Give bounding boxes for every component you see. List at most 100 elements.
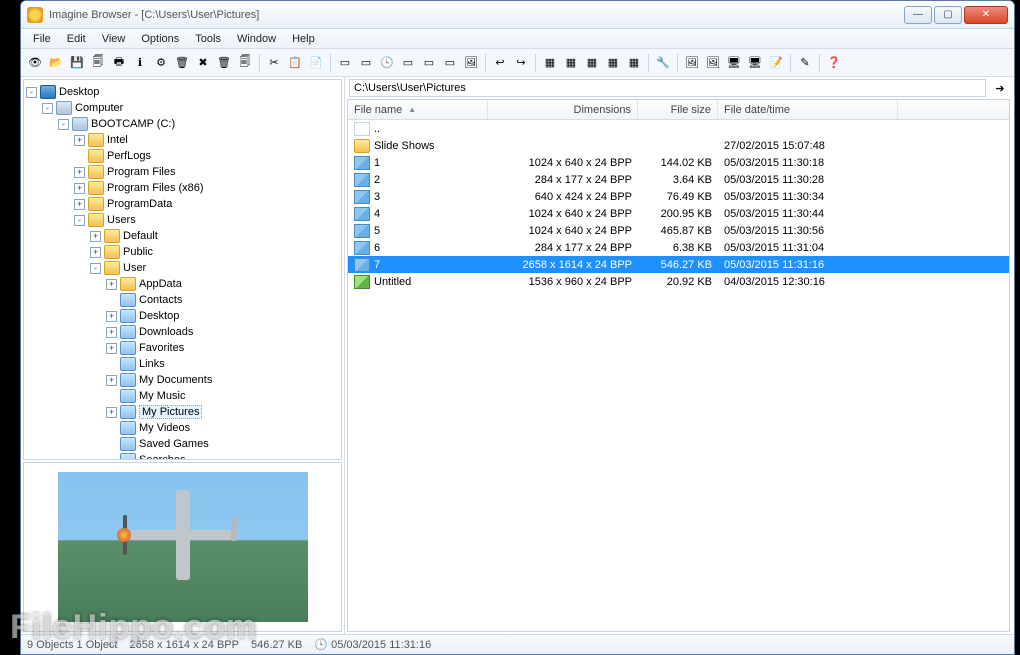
- toolbar-button[interactable]: ▦: [582, 53, 602, 73]
- tree-item[interactable]: +AppData: [26, 276, 339, 292]
- expand-icon[interactable]: +: [74, 199, 85, 210]
- collapse-icon[interactable]: -: [26, 87, 37, 98]
- tree-item[interactable]: +ProgramData: [26, 196, 339, 212]
- expand-icon[interactable]: +: [106, 407, 117, 418]
- toolbar-button[interactable]: 🔧: [653, 53, 673, 73]
- toolbar-button[interactable]: 🗑: [172, 53, 192, 73]
- tree-item[interactable]: Saved Games: [26, 436, 339, 452]
- file-row[interactable]: ..: [348, 120, 1009, 137]
- toolbar-button[interactable]: 🗐: [235, 53, 255, 73]
- toolbar-button[interactable]: 🖥: [724, 53, 744, 73]
- collapse-icon[interactable]: -: [58, 119, 69, 130]
- tree-item[interactable]: PerfLogs: [26, 148, 339, 164]
- col-filedate[interactable]: File date/time: [718, 100, 898, 119]
- toolbar-button[interactable]: ▦: [561, 53, 581, 73]
- toolbar-button[interactable]: 💾: [67, 53, 87, 73]
- collapse-icon[interactable]: -: [42, 103, 53, 114]
- file-row[interactable]: 11024 x 640 x 24 BPP144.02 KB05/03/2015 …: [348, 154, 1009, 171]
- menu-view[interactable]: View: [94, 31, 134, 47]
- menu-window[interactable]: Window: [229, 31, 284, 47]
- menu-file[interactable]: File: [25, 31, 59, 47]
- expand-icon[interactable]: +: [74, 183, 85, 194]
- menu-options[interactable]: Options: [133, 31, 187, 47]
- expand-icon[interactable]: +: [106, 375, 117, 386]
- tree-item[interactable]: +Program Files: [26, 164, 339, 180]
- expand-icon[interactable]: +: [90, 231, 101, 242]
- address-input[interactable]: [349, 79, 986, 97]
- toolbar-button[interactable]: 📄: [306, 53, 326, 73]
- tree-item[interactable]: -Computer: [26, 100, 339, 116]
- toolbar-button[interactable]: ✎: [795, 53, 815, 73]
- toolbar-button[interactable]: ℹ: [130, 53, 150, 73]
- toolbar-button[interactable]: 🕓: [377, 53, 397, 73]
- tree-item[interactable]: +Desktop: [26, 308, 339, 324]
- toolbar-button[interactable]: 🖼: [703, 53, 723, 73]
- toolbar-button[interactable]: ▭: [440, 53, 460, 73]
- titlebar[interactable]: Imagine Browser - [C:\Users\User\Picture…: [21, 1, 1014, 29]
- file-row[interactable]: 2284 x 177 x 24 BPP3.64 KB05/03/2015 11:…: [348, 171, 1009, 188]
- minimize-button[interactable]: —: [904, 6, 932, 24]
- toolbar-button[interactable]: ▭: [356, 53, 376, 73]
- file-row[interactable]: 41024 x 640 x 24 BPP200.95 KB05/03/2015 …: [348, 205, 1009, 222]
- collapse-icon[interactable]: -: [90, 263, 101, 274]
- file-row[interactable]: 3640 x 424 x 24 BPP76.49 KB05/03/2015 11…: [348, 188, 1009, 205]
- tree-item[interactable]: Contacts: [26, 292, 339, 308]
- expand-icon[interactable]: +: [74, 167, 85, 178]
- file-row[interactable]: 72658 x 1614 x 24 BPP546.27 KB05/03/2015…: [348, 256, 1009, 273]
- tree-item[interactable]: +Downloads: [26, 324, 339, 340]
- folder-tree[interactable]: -Desktop-Computer-BOOTCAMP (C:)+IntelPer…: [23, 79, 342, 460]
- toolbar-button[interactable]: 🗑: [214, 53, 234, 73]
- tree-item[interactable]: +Intel: [26, 132, 339, 148]
- toolbar-button[interactable]: 🖼: [682, 53, 702, 73]
- tree-item[interactable]: My Music: [26, 388, 339, 404]
- close-button[interactable]: ✕: [964, 6, 1008, 24]
- toolbar-button[interactable]: 🖼: [461, 53, 481, 73]
- col-filename[interactable]: File name▲: [348, 100, 488, 119]
- expand-icon[interactable]: +: [90, 247, 101, 258]
- tree-item[interactable]: Searches: [26, 452, 339, 460]
- tree-item[interactable]: -Desktop: [26, 84, 339, 100]
- toolbar-button[interactable]: ✖: [193, 53, 213, 73]
- toolbar-button[interactable]: ▦: [624, 53, 644, 73]
- toolbar-button[interactable]: ↩: [490, 53, 510, 73]
- tree-item[interactable]: +My Pictures: [26, 404, 339, 420]
- expand-icon[interactable]: +: [106, 343, 117, 354]
- toolbar-button[interactable]: 📋: [285, 53, 305, 73]
- collapse-icon[interactable]: -: [74, 215, 85, 226]
- file-row[interactable]: Untitled1536 x 960 x 24 BPP20.92 KB04/03…: [348, 273, 1009, 290]
- file-row[interactable]: 51024 x 640 x 24 BPP465.87 KB05/03/2015 …: [348, 222, 1009, 239]
- menu-help[interactable]: Help: [284, 31, 323, 47]
- toolbar-button[interactable]: 🖥: [745, 53, 765, 73]
- toolbar-button[interactable]: ▭: [335, 53, 355, 73]
- tree-item[interactable]: +Public: [26, 244, 339, 260]
- tree-item[interactable]: -User: [26, 260, 339, 276]
- expand-icon[interactable]: +: [106, 311, 117, 322]
- toolbar-button[interactable]: 🖶: [109, 53, 129, 73]
- toolbar-button[interactable]: ▦: [603, 53, 623, 73]
- toolbar-button[interactable]: ▭: [398, 53, 418, 73]
- toolbar-button[interactable]: 📂: [46, 53, 66, 73]
- col-filesize[interactable]: File size: [638, 100, 718, 119]
- tree-item[interactable]: -Users: [26, 212, 339, 228]
- tree-item[interactable]: +My Documents: [26, 372, 339, 388]
- tree-item[interactable]: -BOOTCAMP (C:): [26, 116, 339, 132]
- col-dimensions[interactable]: Dimensions: [488, 100, 638, 119]
- menu-tools[interactable]: Tools: [187, 31, 229, 47]
- go-button[interactable]: ➜: [990, 78, 1010, 98]
- tree-item[interactable]: Links: [26, 356, 339, 372]
- tree-item[interactable]: +Default: [26, 228, 339, 244]
- toolbar-button[interactable]: 👁: [25, 53, 45, 73]
- toolbar-button[interactable]: 📝: [766, 53, 786, 73]
- toolbar-button[interactable]: ⚙: [151, 53, 171, 73]
- toolbar-button[interactable]: ✂: [264, 53, 284, 73]
- menu-edit[interactable]: Edit: [59, 31, 94, 47]
- expand-icon[interactable]: +: [106, 327, 117, 338]
- toolbar-button[interactable]: ↪: [511, 53, 531, 73]
- toolbar-button[interactable]: ▭: [419, 53, 439, 73]
- tree-item[interactable]: +Favorites: [26, 340, 339, 356]
- file-row[interactable]: 6284 x 177 x 24 BPP6.38 KB05/03/2015 11:…: [348, 239, 1009, 256]
- toolbar-button[interactable]: ▦: [540, 53, 560, 73]
- maximize-button[interactable]: ▢: [934, 6, 962, 24]
- toolbar-button[interactable]: ❓: [824, 53, 844, 73]
- file-row[interactable]: Slide Shows27/02/2015 15:07:48: [348, 137, 1009, 154]
